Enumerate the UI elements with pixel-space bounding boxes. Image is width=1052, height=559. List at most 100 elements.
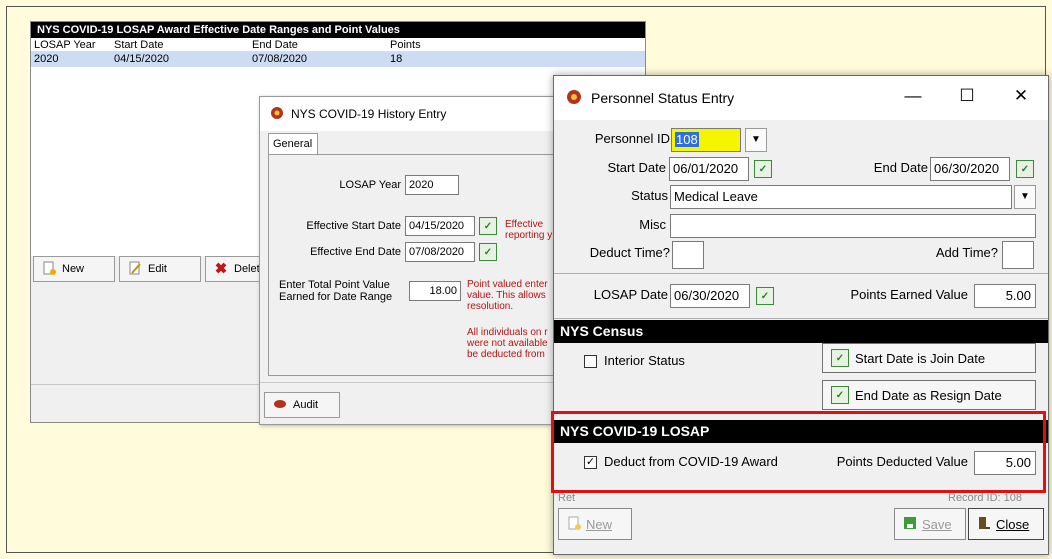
points-earned-label: Points Earned Value bbox=[850, 287, 968, 302]
losap-year-label: LOSAP Year bbox=[339, 179, 401, 191]
calendar-icon[interactable]: ✓ bbox=[1016, 160, 1034, 178]
personnel-id-label: Personnel ID bbox=[594, 131, 670, 146]
personnel-id-dropdown-button[interactable]: ▼ bbox=[745, 128, 767, 152]
deduct-covid-checkbox[interactable]: ✓ bbox=[584, 456, 597, 469]
cell-end-date: 07/08/2020 bbox=[252, 53, 308, 65]
deduct-time-field[interactable] bbox=[672, 241, 704, 269]
history-footer: Audit bbox=[260, 382, 578, 424]
interior-status-checkbox[interactable] bbox=[584, 355, 597, 368]
effective-date-note: Effective reporting y bbox=[505, 219, 552, 241]
add-time-label: Add Time? bbox=[935, 245, 998, 260]
total-point-value-field[interactable]: 18.00 bbox=[409, 281, 461, 301]
total-point-label-line-2: Earned for Date Range bbox=[279, 291, 393, 303]
add-time-field[interactable] bbox=[1002, 241, 1034, 269]
new-button-label: New bbox=[62, 263, 85, 275]
deduction-note-line-2: were not available bbox=[467, 338, 548, 349]
losap-year-field[interactable]: 2020 bbox=[405, 175, 459, 195]
edit-pencil-icon bbox=[128, 261, 142, 278]
point-note-line-2: value. This allows bbox=[467, 290, 546, 301]
misc-field[interactable] bbox=[670, 214, 1036, 238]
cell-losap-year: 2020 bbox=[34, 53, 59, 65]
point-value-note: Point valued enter value. This allows re… bbox=[467, 279, 548, 312]
calendar-icon[interactable]: ✓ bbox=[479, 217, 497, 235]
history-entry-title: NYS COVID-19 History Entry bbox=[291, 107, 447, 121]
point-note-line-3: resolution. bbox=[467, 301, 514, 312]
end-date-resign-date-label: End Date as Resign Date bbox=[855, 387, 1002, 403]
effective-start-date-field[interactable]: 04/15/2020 bbox=[405, 216, 475, 236]
award-list-title: NYS COVID-19 LOSAP Award Effective Date … bbox=[31, 22, 645, 38]
minimize-button[interactable]: — bbox=[898, 86, 928, 106]
new-button[interactable]: New bbox=[33, 256, 115, 282]
start-date-field[interactable]: 06/01/2020 bbox=[669, 157, 749, 181]
column-header-start-date[interactable]: Start Date bbox=[111, 38, 249, 51]
personnel-id-field[interactable]: 108 bbox=[671, 128, 741, 152]
edit-button[interactable]: Edit bbox=[119, 256, 201, 282]
history-entry-window: NYS COVID-19 History Entry General LOSAP… bbox=[259, 96, 579, 425]
column-header-end-date[interactable]: End Date bbox=[249, 38, 387, 51]
close-label: Close bbox=[996, 516, 1030, 532]
new-document-icon bbox=[42, 261, 56, 278]
close-window-button[interactable]: ✕ bbox=[1006, 86, 1036, 106]
effective-end-date-label: Effective End Date bbox=[310, 246, 401, 258]
deduction-note: All individuals on r were not available … bbox=[467, 327, 548, 360]
history-entry-titlebar: NYS COVID-19 History Entry bbox=[260, 97, 578, 131]
effective-start-date-label: Effective Start Date bbox=[306, 220, 401, 232]
save-button[interactable]: Save bbox=[894, 508, 966, 540]
misc-label: Misc bbox=[639, 217, 666, 232]
award-table-header: LOSAP Year Start Date End Date Points bbox=[31, 38, 645, 52]
covid-losap-header: NYS COVID-19 LOSAP bbox=[554, 420, 1048, 443]
cell-points: 18 bbox=[390, 53, 403, 65]
history-general-panel: LOSAP Year 2020 Effective Start Date 04/… bbox=[268, 154, 578, 376]
save-disk-icon bbox=[903, 516, 917, 533]
award-toolbar: New Edit Delete bbox=[33, 256, 287, 282]
deduct-covid-label: Deduct from COVID-19 Award bbox=[604, 454, 778, 469]
delete-icon bbox=[214, 261, 228, 278]
new-document-icon bbox=[567, 516, 581, 533]
status-select[interactable]: Medical Leave bbox=[670, 185, 1012, 209]
cell-start-date: 04/15/2020 bbox=[114, 53, 170, 65]
audit-button-label: Audit bbox=[293, 399, 319, 411]
point-note-line-1: Point valued enter bbox=[467, 279, 548, 290]
start-date-label: Start Date bbox=[607, 160, 666, 175]
close-button[interactable]: Close bbox=[968, 508, 1044, 540]
column-header-losap-year[interactable]: LOSAP Year bbox=[31, 38, 111, 51]
door-exit-icon bbox=[977, 516, 991, 533]
audit-icon bbox=[273, 398, 287, 413]
points-deducted-label: Points Deducted Value bbox=[836, 454, 968, 469]
interior-status-label: Interior Status bbox=[604, 353, 685, 368]
maximize-button[interactable]: ☐ bbox=[952, 86, 982, 106]
tab-general[interactable]: General bbox=[268, 133, 318, 155]
effective-note-line-1: Effective bbox=[505, 219, 544, 230]
new-record-button[interactable]: New bbox=[558, 508, 632, 540]
divider bbox=[554, 273, 1048, 274]
audit-button[interactable]: Audit bbox=[264, 392, 340, 418]
app-logo-icon bbox=[566, 89, 582, 108]
effective-note-line-2: reporting y bbox=[505, 230, 553, 241]
points-earned-field[interactable]: 5.00 bbox=[974, 284, 1036, 308]
table-row[interactable]: 2020 04/15/2020 07/08/2020 18 bbox=[31, 52, 645, 67]
end-date-resign-date-button[interactable]: ✓ End Date as Resign Date bbox=[822, 380, 1036, 410]
divider bbox=[554, 318, 1048, 319]
calendar-icon: ✓ bbox=[831, 386, 849, 404]
column-header-points[interactable]: Points bbox=[387, 38, 487, 51]
calendar-icon[interactable]: ✓ bbox=[479, 243, 497, 261]
calendar-icon: ✓ bbox=[831, 349, 849, 367]
points-deducted-field[interactable]: 5.00 bbox=[974, 451, 1036, 475]
record-id-text: Record ID: 108 bbox=[948, 492, 1022, 504]
partial-status-text: Ret bbox=[558, 492, 576, 504]
end-date-field[interactable]: 06/30/2020 bbox=[930, 157, 1010, 181]
deduction-note-line-3: be deducted from bbox=[467, 349, 545, 360]
end-date-label: End Date bbox=[873, 160, 928, 175]
start-date-join-date-button[interactable]: ✓ Start Date is Join Date bbox=[822, 343, 1036, 373]
effective-end-date-field[interactable]: 07/08/2020 bbox=[405, 242, 475, 262]
deduction-note-line-1: All individuals on r bbox=[467, 327, 548, 338]
calendar-icon[interactable]: ✓ bbox=[756, 287, 774, 305]
total-point-label-line-1: Enter Total Point Value bbox=[279, 279, 390, 291]
personnel-id-selected-text: 108 bbox=[675, 132, 699, 147]
pse-title: Personnel Status Entry bbox=[591, 90, 735, 106]
calendar-icon[interactable]: ✓ bbox=[754, 160, 772, 178]
losap-date-field[interactable]: 06/30/2020 bbox=[670, 284, 750, 308]
nys-census-header: NYS Census bbox=[554, 320, 1048, 343]
status-dropdown-button[interactable]: ▼ bbox=[1014, 185, 1036, 209]
total-point-value-label: Enter Total Point Value Earned for Date … bbox=[269, 279, 399, 303]
